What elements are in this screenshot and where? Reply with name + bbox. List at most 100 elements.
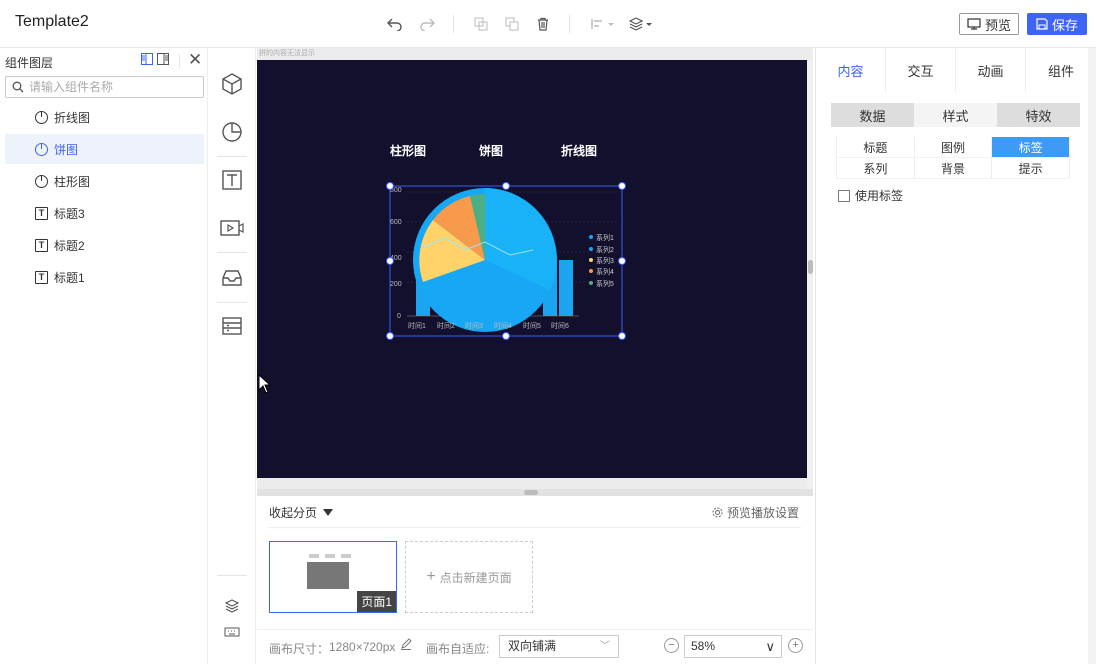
resize-handle[interactable] bbox=[386, 332, 394, 340]
properties-panel: 内容 交互 动画 组件 数据 样式 特效 标题 图例 标签 系列 背景 提示 使… bbox=[815, 48, 1096, 664]
text-icon: T bbox=[35, 206, 48, 220]
text-icon: T bbox=[35, 270, 48, 284]
ruler-note: 拼的内容无法显示 bbox=[259, 50, 315, 57]
pie-chart-icon bbox=[35, 110, 48, 124]
new-page-button[interactable]: + 点击新建页面 bbox=[405, 541, 533, 613]
layer-item-label: 柱形图 bbox=[54, 174, 91, 189]
resize-handle[interactable] bbox=[386, 182, 394, 190]
tab-component[interactable]: 组件 bbox=[1026, 48, 1096, 92]
resize-handle[interactable] bbox=[618, 332, 626, 340]
tab-interaction[interactable]: 交互 bbox=[886, 48, 956, 92]
pie-chart-icon bbox=[35, 142, 48, 156]
legend-item: 系列4 bbox=[596, 267, 614, 276]
edit-icon[interactable] bbox=[400, 638, 412, 653]
collapse-label: 收起分页 bbox=[269, 506, 318, 520]
paste-icon[interactable] bbox=[502, 14, 522, 34]
top-bar: Template2 预览 保存 bbox=[0, 0, 1096, 48]
chevron-down-icon: ﹀ bbox=[600, 641, 610, 652]
canvas-size-label: 画布尺寸： bbox=[269, 642, 330, 656]
table-icon[interactable] bbox=[208, 302, 256, 350]
save-label: 保存 bbox=[1051, 17, 1078, 33]
panel-scroll-edge bbox=[1088, 48, 1096, 664]
gear-icon bbox=[712, 507, 723, 518]
resize-handle[interactable] bbox=[618, 257, 626, 265]
layer-item-line-chart[interactable]: 折线图 bbox=[5, 102, 204, 132]
layer-item-title2[interactable]: T 标题2 bbox=[5, 230, 204, 260]
preview-button[interactable]: 预览 bbox=[959, 13, 1019, 35]
option-series[interactable]: 系列 bbox=[837, 158, 915, 179]
y-label: 600 bbox=[390, 219, 402, 226]
option-legend[interactable]: 图例 bbox=[914, 137, 993, 158]
resize-handle[interactable] bbox=[502, 182, 510, 190]
x-label: 时间4 bbox=[494, 321, 512, 330]
page-thumbnail[interactable]: 页面1 bbox=[269, 541, 397, 613]
chevron-down-icon: ∨ bbox=[765, 639, 775, 654]
caret-down-icon bbox=[323, 509, 334, 516]
search-icon bbox=[12, 81, 24, 93]
trash-icon[interactable] bbox=[533, 14, 553, 34]
inbox-icon[interactable] bbox=[208, 254, 256, 302]
subtab-style[interactable]: 样式 bbox=[914, 103, 997, 127]
redo-icon[interactable] bbox=[417, 14, 437, 34]
layer-item-bar-chart[interactable]: 柱形图 bbox=[5, 166, 204, 196]
use-label-checkbox[interactable] bbox=[838, 189, 850, 202]
close-icon[interactable]: ✕ bbox=[188, 50, 202, 70]
save-icon bbox=[1036, 18, 1048, 30]
layout-left-icon[interactable] bbox=[141, 53, 153, 68]
x-label: 时间3 bbox=[465, 321, 483, 330]
zoom-in-button[interactable]: + bbox=[788, 638, 803, 653]
zoom-out-button[interactable]: − bbox=[664, 638, 679, 653]
option-tooltip[interactable]: 提示 bbox=[992, 158, 1071, 179]
zoom-select[interactable]: 58% ∨ bbox=[684, 635, 782, 658]
layout-right-icon[interactable] bbox=[157, 53, 169, 68]
tab-animation[interactable]: 动画 bbox=[956, 48, 1026, 92]
resize-handle[interactable] bbox=[502, 332, 510, 340]
canvas-stage[interactable]: 柱形图 饼图 折线图 800 600 400 200 0 时间1 时间2 时间3… bbox=[257, 60, 807, 478]
layer-search[interactable] bbox=[5, 76, 204, 98]
chart-icon[interactable] bbox=[208, 108, 256, 156]
resize-handle[interactable] bbox=[618, 182, 626, 190]
option-background[interactable]: 背景 bbox=[914, 158, 993, 179]
layer-item-title3[interactable]: T 标题3 bbox=[5, 198, 204, 228]
use-label-option[interactable]: 使用标签 bbox=[838, 187, 903, 204]
overlapping-charts[interactable]: 800 600 400 200 0 时间1 时间2 时间3 时间4 时间5 时间… bbox=[257, 60, 807, 478]
option-label[interactable]: 标签 bbox=[992, 137, 1071, 158]
option-title[interactable]: 标题 bbox=[837, 137, 915, 158]
layers-icon[interactable] bbox=[628, 14, 654, 34]
layer-item-title1[interactable]: T 标题1 bbox=[5, 262, 204, 292]
subtab-data[interactable]: 数据 bbox=[831, 103, 914, 127]
divider bbox=[269, 527, 801, 528]
fit-select[interactable]: 双向铺满 ﹀ bbox=[499, 635, 619, 658]
play-settings-link[interactable]: 预览播放设置 bbox=[712, 504, 799, 521]
sub-tabs: 数据 样式 特效 bbox=[831, 103, 1080, 127]
scroll-thumb[interactable] bbox=[524, 490, 538, 495]
undo-icon[interactable] bbox=[385, 14, 405, 34]
align-icon[interactable] bbox=[590, 14, 616, 34]
y-label: 200 bbox=[390, 281, 402, 288]
legend-item: 系列5 bbox=[596, 279, 614, 288]
text-tool-icon[interactable] bbox=[208, 156, 256, 204]
vertical-scrollbar[interactable] bbox=[807, 60, 813, 490]
monitor-icon bbox=[967, 18, 981, 30]
toolbar-separator bbox=[569, 15, 570, 33]
pages-panel: 收起分页 预览播放设置 页面1 + 点击新建页面 画布尺寸： 1280×720p… bbox=[257, 496, 813, 664]
save-button[interactable]: 保存 bbox=[1027, 13, 1087, 35]
resize-handle[interactable] bbox=[386, 257, 394, 265]
layers-stack-icon[interactable] bbox=[208, 596, 256, 616]
search-input[interactable] bbox=[29, 80, 189, 94]
layer-item-pie-chart[interactable]: 饼图 bbox=[5, 134, 204, 164]
collapse-pages-toggle[interactable]: 收起分页 bbox=[269, 504, 334, 521]
text-icon: T bbox=[35, 238, 48, 252]
keyboard-icon[interactable] bbox=[208, 622, 256, 642]
layer-item-label: 标题3 bbox=[54, 206, 85, 221]
scroll-thumb[interactable] bbox=[808, 260, 813, 274]
subtab-effects[interactable]: 特效 bbox=[997, 103, 1080, 127]
copy-icon[interactable] bbox=[471, 14, 491, 34]
cube-icon[interactable] bbox=[208, 60, 256, 108]
canvas-size-value: 1280×720px bbox=[329, 640, 396, 654]
tab-content[interactable]: 内容 bbox=[816, 48, 886, 92]
legend-item: 系列3 bbox=[596, 256, 614, 265]
horizontal-scrollbar[interactable] bbox=[257, 489, 813, 496]
tool-separator bbox=[217, 575, 247, 576]
media-icon[interactable] bbox=[208, 204, 256, 252]
